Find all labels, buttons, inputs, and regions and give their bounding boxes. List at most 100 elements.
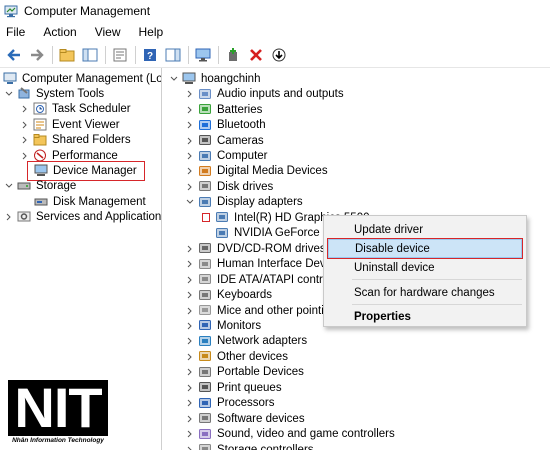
chevron-right-icon[interactable] [185,445,195,450]
menu-separator [352,304,522,305]
chevron-down-icon[interactable] [169,74,179,84]
menu-item-label: Disable device [355,242,430,255]
tree-item-root[interactable]: Computer Management (Local [3,71,162,87]
chevron-right-icon[interactable] [185,414,195,424]
menu-uninstall-device[interactable]: Uninstall device [327,257,523,278]
tree-item-services[interactable]: Services and Applications [4,209,161,225]
processor-icon [198,397,212,410]
chevron-right-icon[interactable] [20,120,30,130]
chevron-right-icon[interactable] [185,321,195,331]
chevron-right-icon[interactable] [185,182,195,192]
device-label: Computer [217,150,268,162]
chevron-right-icon[interactable] [185,383,195,393]
services-icon [17,211,31,222]
tree-item-event-viewer[interactable]: Event Viewer [20,117,120,133]
device-category[interactable]: IDE ATA/ATAPI controlle [185,272,341,288]
device-category[interactable]: DVD/CD-ROM drives [185,241,326,257]
menu-file[interactable]: File [4,24,27,40]
device-category[interactable]: Disk drives [185,179,273,195]
device-category[interactable]: Digital Media Devices [185,164,328,180]
device-tree-root[interactable]: hoangchinh [169,71,260,87]
tree-item-disk-management[interactable]: Disk Management [34,194,146,210]
device-category[interactable]: Print queues [185,380,282,396]
menu-action[interactable]: Action [41,24,78,40]
help-icon[interactable]: ? [139,44,161,66]
menu-view[interactable]: View [93,24,123,40]
device-category[interactable]: Audio inputs and outputs [185,86,344,102]
menu-properties[interactable]: Properties [327,306,523,327]
display-adapter-icon [215,211,229,224]
device-category[interactable]: Portable Devices [185,365,304,381]
properties-icon[interactable] [109,44,131,66]
device-category[interactable]: Mice and other pointing [185,303,337,319]
media-device-icon [198,165,212,178]
uninstall-icon[interactable] [245,44,267,66]
chevron-down-icon[interactable] [185,197,195,207]
chevron-down-icon[interactable] [4,89,14,99]
device-category[interactable]: Processors [185,395,275,411]
device-category[interactable]: Batteries [185,102,262,118]
menu-update-driver[interactable]: Update driver [327,219,523,240]
back-icon[interactable] [3,44,25,66]
device-category[interactable]: Bluetooth [185,117,266,133]
chevron-right-icon[interactable] [185,136,195,146]
device-category[interactable]: Keyboards [185,287,272,303]
chevron-right-icon[interactable] [185,89,195,99]
chevron-right-icon[interactable] [185,244,195,254]
chevron-right-icon[interactable] [185,306,195,316]
forward-icon[interactable] [26,44,48,66]
device-category[interactable]: Sound, video and game controllers [185,426,395,442]
show-hide-action-icon[interactable] [162,44,184,66]
menu-scan-hardware[interactable]: Scan for hardware changes [327,282,523,303]
device-category[interactable]: Cameras [185,133,264,149]
tree-label: Computer Management (Local [22,72,162,85]
tree-item-shared-folders[interactable]: Shared Folders [20,132,131,148]
chevron-right-icon[interactable] [185,151,195,161]
tree-item-task-scheduler[interactable]: Task Scheduler [20,101,131,117]
up-folder-icon[interactable] [56,44,78,66]
menu-bar: File Action View Help [0,22,550,42]
chevron-right-icon[interactable] [185,120,195,130]
device-category[interactable]: Human Interface Devic [185,256,334,272]
chevron-right-icon[interactable] [4,212,14,222]
chevron-right-icon[interactable] [185,290,195,300]
chevron-right-icon[interactable] [185,336,195,346]
monitor-icon[interactable] [192,44,214,66]
chevron-right-icon[interactable] [185,429,195,439]
hid-icon [198,258,212,271]
computer-icon [182,72,196,85]
chevron-right-icon[interactable] [185,398,195,408]
keyboard-icon [198,289,212,302]
show-tree-icon[interactable] [79,44,101,66]
add-driver-icon[interactable] [222,44,244,66]
device-category[interactable]: Display adapters [185,195,303,211]
tree-label: Shared Folders [52,133,131,146]
chevron-right-icon[interactable] [20,151,30,161]
chevron-right-icon[interactable] [185,367,195,377]
chevron-right-icon[interactable] [185,166,195,176]
device-category[interactable]: Monitors [185,318,261,334]
device-category[interactable]: Other devices [185,349,288,365]
device-label: Software devices [217,412,305,425]
chevron-down-icon[interactable] [4,181,14,191]
menu-disable-device[interactable]: Disable device [327,238,523,259]
chevron-right-icon[interactable] [185,352,195,362]
device-category[interactable]: Network adapters [185,334,307,350]
system-tools-icon [18,87,30,99]
device-category[interactable]: Storage controllers [185,442,314,450]
device-label: Portable Devices [217,366,304,379]
tree-item-storage[interactable]: Storage [4,178,76,194]
menu-help[interactable]: Help [137,24,166,40]
device-category[interactable]: Software devices [185,411,305,427]
download-icon[interactable] [268,44,290,66]
chevron-right-icon[interactable] [20,135,30,145]
chevron-right-icon[interactable] [185,259,195,269]
tree-item-system-tools[interactable]: System Tools [4,86,104,102]
device-label: Keyboards [217,289,272,302]
device-label: Cameras [217,134,264,147]
chevron-right-icon[interactable] [185,275,195,285]
device-category[interactable]: Computer [185,148,268,164]
chevron-right-icon[interactable] [20,104,30,114]
chevron-right-icon[interactable] [185,105,195,115]
tree-label: Performance [52,149,118,162]
